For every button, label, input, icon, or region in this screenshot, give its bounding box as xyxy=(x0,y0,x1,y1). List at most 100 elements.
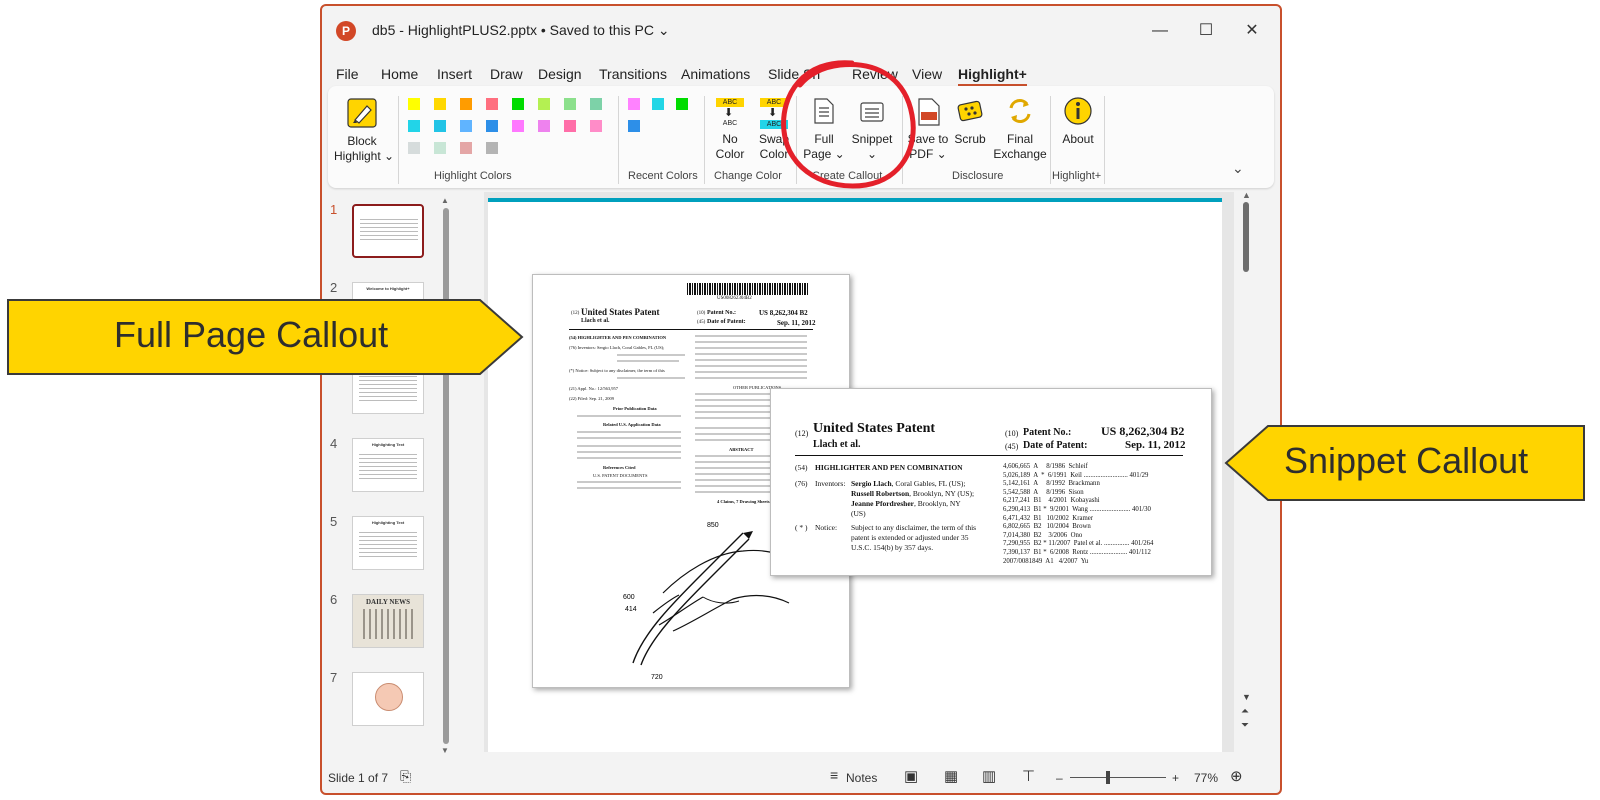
color-swatch[interactable] xyxy=(486,120,498,132)
color-swatch[interactable] xyxy=(628,98,640,110)
color-swatch[interactable] xyxy=(564,98,576,110)
color-swatch[interactable] xyxy=(408,98,420,110)
tab-animations[interactable]: Animations xyxy=(681,66,750,82)
color-swatch[interactable] xyxy=(434,98,446,110)
date-label: Date of Patent: xyxy=(707,319,746,325)
text-line xyxy=(577,415,681,417)
reading-view-icon[interactable]: ▥ xyxy=(982,767,996,785)
thumb-number-1: 1 xyxy=(330,202,338,217)
tab-draw[interactable]: Draw xyxy=(490,66,523,82)
normal-view-icon[interactable]: ▣ xyxy=(904,767,918,785)
inventor-line-3: Jeanne Pfordresher, Brooklyn, NY xyxy=(851,499,961,508)
color-swatch[interactable] xyxy=(652,98,664,110)
color-swatch[interactable] xyxy=(408,120,420,132)
notes-icon[interactable]: ≡ xyxy=(830,767,838,783)
zoom-in-button[interactable]: + xyxy=(1172,771,1179,785)
us-patent-documents: U.S. PATENT DOCUMENTS xyxy=(593,473,648,478)
filed-line: (22) Filed: Sep. 21, 2009 xyxy=(569,396,614,401)
notice-label: Notice: xyxy=(815,523,838,532)
thumb-number-6: 6 xyxy=(330,592,338,607)
scrub-button[interactable]: Scrub xyxy=(950,92,990,166)
arrow-down-icon: ⬇ xyxy=(724,107,734,119)
tab-transitions[interactable]: Transitions xyxy=(599,66,667,82)
reference-row: 7,390,137 B1 * 6/2008 Rentz ............… xyxy=(1003,549,1151,556)
scrollbar-thumb[interactable] xyxy=(443,208,449,744)
color-swatch[interactable] xyxy=(460,142,472,154)
tab-file[interactable]: File xyxy=(336,66,359,82)
tab-design[interactable]: Design xyxy=(538,66,582,82)
color-swatch[interactable] xyxy=(434,120,446,132)
block-highlight-button[interactable]: Block Highlight ⌄ xyxy=(334,92,395,166)
color-swatch[interactable] xyxy=(538,120,550,132)
color-swatch[interactable] xyxy=(590,120,602,132)
country-code: (12) xyxy=(795,429,809,438)
country-code: (12) xyxy=(571,311,580,316)
slide-thumbnail-5[interactable]: Highlighting Text xyxy=(352,516,424,570)
zoom-slider[interactable] xyxy=(1070,777,1166,778)
color-swatch[interactable] xyxy=(460,98,472,110)
scroll-down-icon[interactable]: ▼ xyxy=(1242,692,1251,702)
no-color-button[interactable]: ABC ⬇ ABC No Color xyxy=(710,92,750,166)
slide-thumbnail-6[interactable]: DAILY NEWS xyxy=(352,594,424,648)
reference-row: 7,290,955 B2 * 11/2007 Patel et al. ....… xyxy=(1003,540,1154,548)
snippet-patent[interactable]: (12) United States Patent Llach et al. (… xyxy=(770,388,1212,576)
info-icon xyxy=(1064,97,1092,125)
color-swatch[interactable] xyxy=(408,142,420,154)
tab-highlight-plus[interactable]: Highlight+ xyxy=(958,66,1027,86)
scrollbar-thumb[interactable] xyxy=(1243,202,1249,272)
color-swatch[interactable] xyxy=(486,142,498,154)
color-swatch[interactable] xyxy=(590,98,602,110)
thumbnails-scrollbar[interactable]: ▲ ▼ xyxy=(440,196,452,756)
fig-label: 414 xyxy=(625,606,637,613)
inventor-line-1: Sergio Llach, Coral Gables, FL (US); xyxy=(851,479,966,488)
slide-thumbnail-4[interactable]: Highlighting Text xyxy=(352,438,424,492)
slide-thumbnail-7[interactable] xyxy=(352,672,424,726)
inventor-location: , Coral Gables, FL (US); xyxy=(891,479,966,488)
accessibility-icon[interactable]: ⎘ xyxy=(400,768,411,785)
about-button[interactable]: About xyxy=(1056,92,1100,166)
color-swatch[interactable] xyxy=(512,120,524,132)
scroll-up-icon[interactable]: ▲ xyxy=(1242,190,1251,200)
notes-button[interactable]: Notes xyxy=(846,771,877,785)
patent-no-code: (10) xyxy=(697,311,706,316)
fit-to-window-icon[interactable]: ⊕ xyxy=(1230,767,1243,785)
maximize-button[interactable]: ☐ xyxy=(1186,18,1226,44)
color-swatch[interactable] xyxy=(676,98,688,110)
slide-thumbnail-1[interactable] xyxy=(352,204,424,258)
thumb-title: DAILY NEWS xyxy=(365,598,411,606)
close-button[interactable]: ✕ xyxy=(1232,18,1272,44)
color-swatch[interactable] xyxy=(486,98,498,110)
document-title[interactable]: db5 - HighlightPLUS2.pptx • Saved to thi… xyxy=(372,22,670,39)
minimize-button[interactable]: — xyxy=(1140,18,1180,44)
presenter-view-icon[interactable]: ⊤ xyxy=(1022,767,1035,785)
next-slide-icon[interactable]: ⏷ xyxy=(1241,720,1249,731)
color-swatch[interactable] xyxy=(434,142,446,154)
hand-with-pen-drawing: 850 600 414 720 xyxy=(623,522,790,681)
scroll-down-icon[interactable]: ▼ xyxy=(441,746,449,755)
zoom-out-button[interactable]: – xyxy=(1056,771,1063,785)
final-exchange-button[interactable]: Final Exchange xyxy=(992,92,1048,166)
zoom-level[interactable]: 77% xyxy=(1194,771,1218,785)
color-swatch[interactable] xyxy=(628,120,640,132)
highlight-plus-group-label: Highlight+ xyxy=(1052,170,1102,182)
slide-sorter-icon[interactable]: ▦ xyxy=(944,767,958,785)
previous-slide-icon[interactable]: ⏶ xyxy=(1241,706,1249,717)
text-line xyxy=(577,431,681,433)
notice-text-2: patent is extended or adjusted under 35 xyxy=(851,533,969,542)
patent-date: Sep. 11, 2012 xyxy=(1125,439,1186,451)
block-highlight-label-2: Highlight ⌄ xyxy=(334,149,395,163)
text-line xyxy=(577,457,681,459)
tab-insert[interactable]: Insert xyxy=(437,66,472,82)
tab-home[interactable]: Home xyxy=(381,66,418,82)
notice-text-1: Subject to any disclaimer, the term of t… xyxy=(851,523,977,532)
zoom-slider-handle[interactable] xyxy=(1106,771,1110,784)
color-swatch[interactable] xyxy=(538,98,550,110)
slide-counter: Slide 1 of 7 xyxy=(328,771,389,785)
thumb-content xyxy=(359,529,417,559)
color-swatch[interactable] xyxy=(512,98,524,110)
ribbon-separator xyxy=(1104,96,1105,184)
color-swatch[interactable] xyxy=(460,120,472,132)
scroll-up-icon[interactable]: ▲ xyxy=(441,196,449,205)
collapse-ribbon-button[interactable]: ⌄ xyxy=(1232,160,1244,177)
color-swatch[interactable] xyxy=(564,120,576,132)
